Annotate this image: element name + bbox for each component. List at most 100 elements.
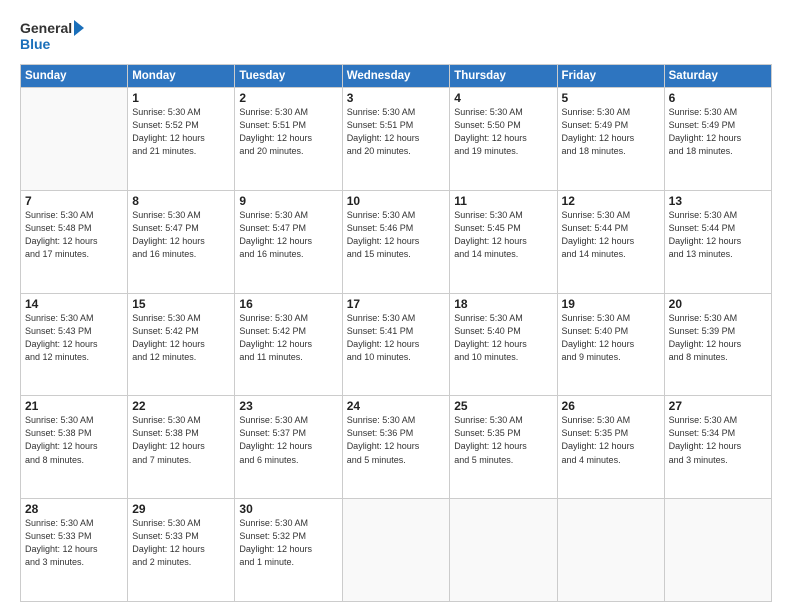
calendar-cell: 16Sunrise: 5:30 AM Sunset: 5:42 PM Dayli… — [235, 293, 342, 396]
day-info: Sunrise: 5:30 AM Sunset: 5:45 PM Dayligh… — [454, 209, 552, 261]
day-info: Sunrise: 5:30 AM Sunset: 5:34 PM Dayligh… — [669, 414, 767, 466]
day-number: 7 — [25, 194, 123, 208]
calendar-cell: 11Sunrise: 5:30 AM Sunset: 5:45 PM Dayli… — [450, 190, 557, 293]
logo-svg: GeneralBlue — [20, 18, 90, 56]
calendar-cell — [342, 499, 450, 602]
day-info: Sunrise: 5:30 AM Sunset: 5:35 PM Dayligh… — [562, 414, 660, 466]
header-day-tuesday: Tuesday — [235, 65, 342, 88]
header-day-sunday: Sunday — [21, 65, 128, 88]
day-info: Sunrise: 5:30 AM Sunset: 5:33 PM Dayligh… — [25, 517, 123, 569]
day-info: Sunrise: 5:30 AM Sunset: 5:49 PM Dayligh… — [562, 106, 660, 158]
calendar-cell: 12Sunrise: 5:30 AM Sunset: 5:44 PM Dayli… — [557, 190, 664, 293]
calendar-cell: 9Sunrise: 5:30 AM Sunset: 5:47 PM Daylig… — [235, 190, 342, 293]
calendar-week-4: 21Sunrise: 5:30 AM Sunset: 5:38 PM Dayli… — [21, 396, 772, 499]
logo: GeneralBlue — [20, 18, 90, 56]
header-day-wednesday: Wednesday — [342, 65, 450, 88]
calendar-week-2: 7Sunrise: 5:30 AM Sunset: 5:48 PM Daylig… — [21, 190, 772, 293]
calendar-cell: 8Sunrise: 5:30 AM Sunset: 5:47 PM Daylig… — [128, 190, 235, 293]
calendar-cell: 19Sunrise: 5:30 AM Sunset: 5:40 PM Dayli… — [557, 293, 664, 396]
calendar-cell: 2Sunrise: 5:30 AM Sunset: 5:51 PM Daylig… — [235, 88, 342, 191]
day-info: Sunrise: 5:30 AM Sunset: 5:51 PM Dayligh… — [347, 106, 446, 158]
calendar-cell: 15Sunrise: 5:30 AM Sunset: 5:42 PM Dayli… — [128, 293, 235, 396]
day-number: 22 — [132, 399, 230, 413]
calendar-cell: 4Sunrise: 5:30 AM Sunset: 5:50 PM Daylig… — [450, 88, 557, 191]
day-number: 8 — [132, 194, 230, 208]
day-number: 20 — [669, 297, 767, 311]
day-info: Sunrise: 5:30 AM Sunset: 5:44 PM Dayligh… — [562, 209, 660, 261]
calendar-cell — [664, 499, 771, 602]
calendar-cell — [557, 499, 664, 602]
calendar-week-1: 1Sunrise: 5:30 AM Sunset: 5:52 PM Daylig… — [21, 88, 772, 191]
day-info: Sunrise: 5:30 AM Sunset: 5:33 PM Dayligh… — [132, 517, 230, 569]
calendar-cell: 5Sunrise: 5:30 AM Sunset: 5:49 PM Daylig… — [557, 88, 664, 191]
calendar-week-5: 28Sunrise: 5:30 AM Sunset: 5:33 PM Dayli… — [21, 499, 772, 602]
calendar-table: SundayMondayTuesdayWednesdayThursdayFrid… — [20, 64, 772, 602]
calendar-cell: 18Sunrise: 5:30 AM Sunset: 5:40 PM Dayli… — [450, 293, 557, 396]
calendar-cell: 6Sunrise: 5:30 AM Sunset: 5:49 PM Daylig… — [664, 88, 771, 191]
day-number: 3 — [347, 91, 446, 105]
day-info: Sunrise: 5:30 AM Sunset: 5:41 PM Dayligh… — [347, 312, 446, 364]
day-info: Sunrise: 5:30 AM Sunset: 5:37 PM Dayligh… — [239, 414, 337, 466]
day-number: 29 — [132, 502, 230, 516]
calendar-cell: 17Sunrise: 5:30 AM Sunset: 5:41 PM Dayli… — [342, 293, 450, 396]
day-info: Sunrise: 5:30 AM Sunset: 5:35 PM Dayligh… — [454, 414, 552, 466]
day-info: Sunrise: 5:30 AM Sunset: 5:40 PM Dayligh… — [454, 312, 552, 364]
header-day-monday: Monday — [128, 65, 235, 88]
day-info: Sunrise: 5:30 AM Sunset: 5:48 PM Dayligh… — [25, 209, 123, 261]
day-info: Sunrise: 5:30 AM Sunset: 5:40 PM Dayligh… — [562, 312, 660, 364]
calendar-cell: 1Sunrise: 5:30 AM Sunset: 5:52 PM Daylig… — [128, 88, 235, 191]
day-number: 23 — [239, 399, 337, 413]
calendar-cell: 21Sunrise: 5:30 AM Sunset: 5:38 PM Dayli… — [21, 396, 128, 499]
day-info: Sunrise: 5:30 AM Sunset: 5:50 PM Dayligh… — [454, 106, 552, 158]
day-info: Sunrise: 5:30 AM Sunset: 5:51 PM Dayligh… — [239, 106, 337, 158]
day-info: Sunrise: 5:30 AM Sunset: 5:43 PM Dayligh… — [25, 312, 123, 364]
calendar-cell: 24Sunrise: 5:30 AM Sunset: 5:36 PM Dayli… — [342, 396, 450, 499]
day-info: Sunrise: 5:30 AM Sunset: 5:38 PM Dayligh… — [25, 414, 123, 466]
day-number: 4 — [454, 91, 552, 105]
day-number: 21 — [25, 399, 123, 413]
day-number: 14 — [25, 297, 123, 311]
day-number: 26 — [562, 399, 660, 413]
day-number: 24 — [347, 399, 446, 413]
calendar-cell: 10Sunrise: 5:30 AM Sunset: 5:46 PM Dayli… — [342, 190, 450, 293]
day-info: Sunrise: 5:30 AM Sunset: 5:47 PM Dayligh… — [239, 209, 337, 261]
day-number: 10 — [347, 194, 446, 208]
day-number: 12 — [562, 194, 660, 208]
header-day-thursday: Thursday — [450, 65, 557, 88]
calendar-cell: 7Sunrise: 5:30 AM Sunset: 5:48 PM Daylig… — [21, 190, 128, 293]
calendar-cell — [21, 88, 128, 191]
day-number: 13 — [669, 194, 767, 208]
day-info: Sunrise: 5:30 AM Sunset: 5:42 PM Dayligh… — [132, 312, 230, 364]
day-number: 16 — [239, 297, 337, 311]
day-number: 9 — [239, 194, 337, 208]
calendar-week-3: 14Sunrise: 5:30 AM Sunset: 5:43 PM Dayli… — [21, 293, 772, 396]
day-number: 11 — [454, 194, 552, 208]
day-info: Sunrise: 5:30 AM Sunset: 5:47 PM Dayligh… — [132, 209, 230, 261]
header-day-friday: Friday — [557, 65, 664, 88]
day-number: 1 — [132, 91, 230, 105]
day-number: 18 — [454, 297, 552, 311]
day-number: 2 — [239, 91, 337, 105]
day-number: 25 — [454, 399, 552, 413]
day-info: Sunrise: 5:30 AM Sunset: 5:46 PM Dayligh… — [347, 209, 446, 261]
day-info: Sunrise: 5:30 AM Sunset: 5:32 PM Dayligh… — [239, 517, 337, 569]
day-info: Sunrise: 5:30 AM Sunset: 5:49 PM Dayligh… — [669, 106, 767, 158]
calendar-header-row: SundayMondayTuesdayWednesdayThursdayFrid… — [21, 65, 772, 88]
calendar-cell: 27Sunrise: 5:30 AM Sunset: 5:34 PM Dayli… — [664, 396, 771, 499]
svg-text:Blue: Blue — [20, 36, 51, 52]
day-number: 19 — [562, 297, 660, 311]
calendar-cell — [450, 499, 557, 602]
calendar-cell: 30Sunrise: 5:30 AM Sunset: 5:32 PM Dayli… — [235, 499, 342, 602]
day-number: 5 — [562, 91, 660, 105]
page-header: GeneralBlue — [20, 18, 772, 56]
day-info: Sunrise: 5:30 AM Sunset: 5:42 PM Dayligh… — [239, 312, 337, 364]
calendar-cell: 23Sunrise: 5:30 AM Sunset: 5:37 PM Dayli… — [235, 396, 342, 499]
day-number: 28 — [25, 502, 123, 516]
day-info: Sunrise: 5:30 AM Sunset: 5:38 PM Dayligh… — [132, 414, 230, 466]
calendar-cell: 14Sunrise: 5:30 AM Sunset: 5:43 PM Dayli… — [21, 293, 128, 396]
calendar-cell: 29Sunrise: 5:30 AM Sunset: 5:33 PM Dayli… — [128, 499, 235, 602]
day-info: Sunrise: 5:30 AM Sunset: 5:39 PM Dayligh… — [669, 312, 767, 364]
day-number: 17 — [347, 297, 446, 311]
calendar-cell: 25Sunrise: 5:30 AM Sunset: 5:35 PM Dayli… — [450, 396, 557, 499]
day-number: 6 — [669, 91, 767, 105]
